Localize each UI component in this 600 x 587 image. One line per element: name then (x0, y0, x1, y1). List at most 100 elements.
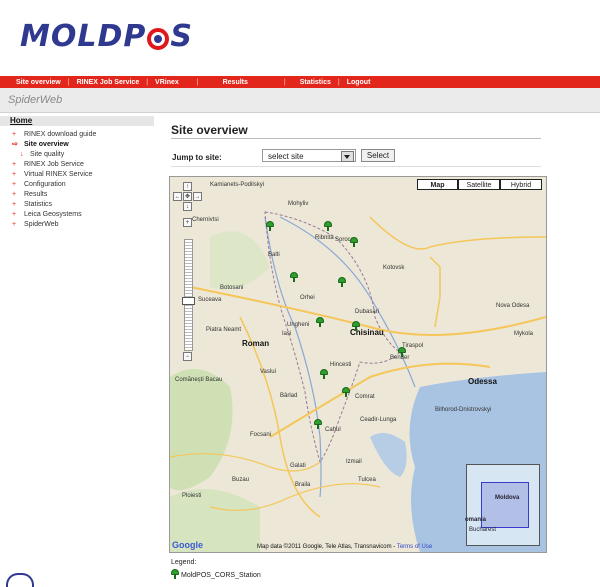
place-label: Izmail (346, 459, 362, 465)
zoom-slider-handle[interactable] (182, 297, 195, 305)
inset-label: omania (465, 517, 487, 523)
site-select[interactable]: select site (262, 149, 356, 162)
place-label: Vaslui (260, 369, 276, 375)
zoom-in-icon[interactable]: + (183, 218, 192, 227)
sidebar-menu: + RINEX download guide ⇨ Site overview ↓ Si… (0, 130, 156, 230)
place-label: Ceadir-Lunga (360, 417, 397, 423)
zoom-out-icon[interactable]: − (183, 352, 192, 361)
place-label: Piatra Neamt (206, 327, 242, 333)
app-subtitle: SpiderWeb (8, 94, 63, 106)
sidebar-item-virtual-rinex-service[interactable]: + Virtual RINEX Service (0, 170, 156, 180)
moldpos-logo: MOLDP S (20, 18, 193, 54)
bullet-icon: + (12, 161, 17, 168)
sidebar-item-spiderweb[interactable]: + SpiderWeb (0, 220, 156, 230)
station-marker[interactable] (290, 272, 298, 282)
place-label: Kotovsk (383, 265, 405, 271)
nav-vrinex[interactable]: VRinex (155, 79, 179, 86)
legend-title: Legend: (171, 559, 197, 566)
top-nav: Site overview | RINEX Job Service | VRin… (0, 76, 600, 88)
legend-item-label: MoldPOS_CORS_Station (181, 572, 261, 579)
place-label: Kamianets-Podilskyi (210, 182, 265, 188)
place-label: Comănești Bacau (175, 377, 223, 383)
pan-left-icon[interactable]: ← (173, 192, 182, 201)
station-marker[interactable] (316, 317, 324, 327)
place-label: Bârlad (280, 393, 298, 399)
bullet-icon: + (12, 221, 17, 228)
map-type-satellite[interactable]: Satellite (458, 179, 500, 190)
logo-text-tail: S (170, 18, 193, 54)
pan-center-icon[interactable]: ✥ (183, 192, 192, 201)
map-copyright: Map data ©2011 Google, Tele Atlas, Trans… (257, 544, 433, 550)
place-label: Roman (242, 339, 270, 348)
bullet-icon: + (12, 191, 17, 198)
place-label: Chernivtsi (192, 217, 219, 223)
sidebar: Home + RINEX download guide ⇨ Site overvie… (0, 113, 158, 587)
nav-site-overview[interactable]: Site overview (16, 79, 61, 86)
place-label: Cahul (325, 427, 341, 433)
station-marker[interactable] (338, 277, 346, 287)
place-label: Suceava (198, 297, 222, 303)
station-marker[interactable] (352, 321, 360, 331)
station-marker[interactable] (342, 387, 350, 397)
bullet-icon: + (12, 181, 17, 188)
place-label-odessa: Odessa (468, 377, 497, 386)
select-button[interactable]: Select (361, 149, 395, 162)
zoom-slider[interactable] (184, 239, 193, 351)
nav-statistics[interactable]: Statistics (300, 79, 331, 86)
place-label: Ploiesti (182, 493, 202, 499)
map-type-map[interactable]: Map (417, 179, 458, 190)
sidebar-item-site-quality[interactable]: ↓ Site quality (0, 150, 156, 160)
sidebar-item-rinex-job-service[interactable]: + RINEX Job Service (0, 160, 156, 170)
place-label: Dubasari (355, 309, 380, 315)
place-label: Iasi (282, 331, 292, 337)
place-label: Balti (268, 252, 280, 258)
nav-results[interactable]: Results (223, 79, 248, 86)
legend-item: MoldPOS_CORS_Station (171, 569, 261, 579)
nav-logout[interactable]: Logout (347, 79, 371, 86)
overview-map-inset[interactable]: Moldova omania Bucharest (465, 464, 540, 546)
sidebar-item-configuration[interactable]: + Configuration (0, 180, 156, 190)
arrow-icon: ⇨ (12, 141, 18, 148)
place-label: Nova Odesa (496, 303, 530, 309)
inset-label: Bucharest (469, 527, 497, 533)
station-marker[interactable] (320, 369, 328, 379)
bullet-icon: + (12, 211, 17, 218)
sidebar-home-label[interactable]: Home (10, 116, 32, 125)
sidebar-home[interactable]: Home (0, 116, 154, 126)
logo-text-main: MOLDP (20, 18, 147, 54)
place-label: Ungheni (287, 322, 310, 328)
place-label: Focsani (250, 432, 272, 438)
chevron-down-icon[interactable] (341, 151, 354, 162)
pan-up-icon[interactable]: ↑ (183, 182, 192, 191)
subtitle-bar: SpiderWeb (0, 88, 600, 113)
station-marker[interactable] (266, 221, 274, 231)
pan-down-icon[interactable]: ↓ (183, 202, 192, 211)
nav-separator: | (337, 78, 340, 86)
station-marker[interactable] (324, 221, 332, 231)
pan-right-icon[interactable]: → (193, 192, 202, 201)
logo-ring-icon (147, 28, 170, 50)
overview-viewport[interactable] (481, 482, 529, 528)
sidebar-item-results[interactable]: + Results (0, 190, 156, 200)
bullet-icon: + (12, 131, 17, 138)
terms-of-use-link[interactable]: Terms of Use (397, 544, 432, 550)
sidebar-item-statistics[interactable]: + Statistics (0, 200, 156, 210)
site-select-value: select site (268, 152, 304, 161)
google-map[interactable]: Map Satellite Hybrid ↑ ← ✥ → ↓ + − Kamia… (169, 176, 547, 553)
nav-rinex-job-service[interactable]: RINEX Job Service (77, 79, 140, 86)
sidebar-item-rinex-download-guide[interactable]: + RINEX download guide (0, 130, 156, 140)
station-marker[interactable] (350, 237, 358, 247)
bullet-icon: + (12, 171, 17, 178)
nav-separator: | (196, 78, 199, 86)
nav-separator: | (146, 78, 149, 86)
place-label: Buzau (232, 477, 250, 483)
map-type-hybrid[interactable]: Hybrid (500, 179, 542, 190)
sidebar-decor-icon (6, 573, 34, 587)
sidebar-item-site-overview[interactable]: ⇨ Site overview (0, 140, 156, 150)
nav-separator: | (283, 78, 286, 86)
page-title: Site overview (171, 123, 248, 137)
station-marker[interactable] (398, 347, 406, 357)
station-marker[interactable] (314, 419, 322, 429)
sidebar-item-leica-geosystems[interactable]: + Leica Geosystems (0, 210, 156, 220)
divider (171, 166, 541, 167)
